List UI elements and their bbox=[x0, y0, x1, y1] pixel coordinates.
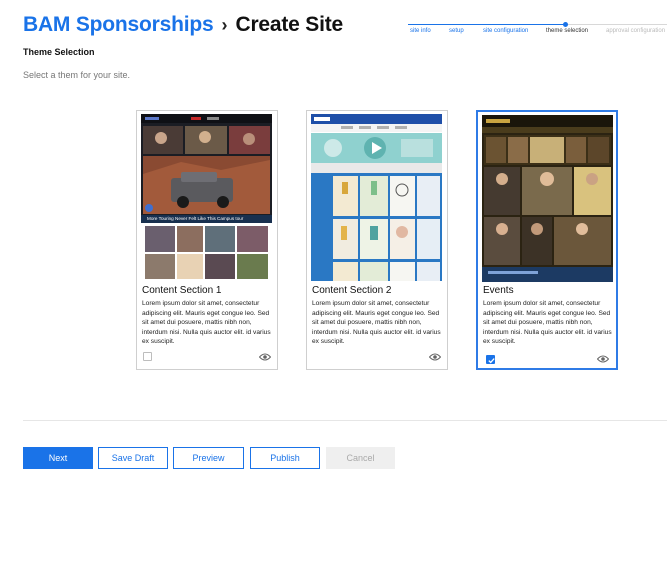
section-subtitle: Select a them for your site. bbox=[23, 70, 131, 80]
theme-description: Lorem ipsum dolor sit amet, consectetur … bbox=[312, 300, 441, 346]
theme-card-content-section-1[interactable]: More Touring Never Felt Like This Campus… bbox=[136, 110, 278, 370]
brand-link[interactable]: BAM Sponsorships bbox=[23, 13, 214, 37]
step-setup[interactable]: setup bbox=[449, 28, 464, 34]
progress-stepper: site info setup site configuration theme… bbox=[408, 20, 667, 36]
eye-icon[interactable] bbox=[259, 353, 271, 361]
preview-button[interactable]: Preview bbox=[173, 447, 244, 469]
theme-title: Events bbox=[483, 285, 514, 296]
next-button[interactable]: Next bbox=[23, 447, 93, 469]
theme-preview-image bbox=[482, 115, 613, 282]
theme-preview-image: More Touring Never Felt Like This Campus… bbox=[141, 114, 272, 281]
publish-button[interactable]: Publish bbox=[250, 447, 320, 469]
step-approval-configuration: approval configuration bbox=[606, 28, 666, 34]
theme-card-content-section-2[interactable]: Content Section 2 Lorem ipsum dolor sit … bbox=[306, 110, 448, 370]
stepper-current-dot bbox=[563, 22, 568, 27]
theme-select-checkbox[interactable] bbox=[486, 355, 495, 364]
eye-icon[interactable] bbox=[429, 353, 441, 361]
stepper-track-completed bbox=[408, 24, 566, 25]
page-title: Create Site bbox=[235, 13, 344, 36]
checkmark-icon bbox=[488, 358, 495, 364]
breadcrumb-separator: › bbox=[221, 15, 228, 35]
cancel-button[interactable]: Cancel bbox=[326, 447, 395, 469]
theme-preview-image bbox=[311, 114, 442, 281]
step-theme-selection[interactable]: theme selection bbox=[546, 28, 588, 34]
section-title: Theme Selection bbox=[23, 47, 95, 57]
page-header: BAM Sponsorships › Create Site bbox=[23, 13, 343, 37]
step-site-info[interactable]: site info bbox=[410, 28, 431, 34]
eye-icon[interactable] bbox=[597, 355, 609, 363]
theme-title: Content Section 2 bbox=[312, 285, 392, 296]
preview-caption: More Touring Never Felt Like This Campus… bbox=[147, 216, 244, 221]
theme-description: Lorem ipsum dolor sit amet, consectetur … bbox=[142, 300, 271, 346]
theme-description: Lorem ipsum dolor sit amet, consectetur … bbox=[483, 300, 612, 346]
step-site-configuration[interactable]: site configuration bbox=[483, 28, 528, 34]
save-draft-button[interactable]: Save Draft bbox=[98, 447, 168, 469]
theme-card-events[interactable]: Events Lorem ipsum dolor sit amet, conse… bbox=[476, 110, 618, 370]
theme-title: Content Section 1 bbox=[142, 285, 222, 296]
theme-select-checkbox[interactable] bbox=[143, 352, 152, 361]
divider bbox=[23, 420, 667, 421]
